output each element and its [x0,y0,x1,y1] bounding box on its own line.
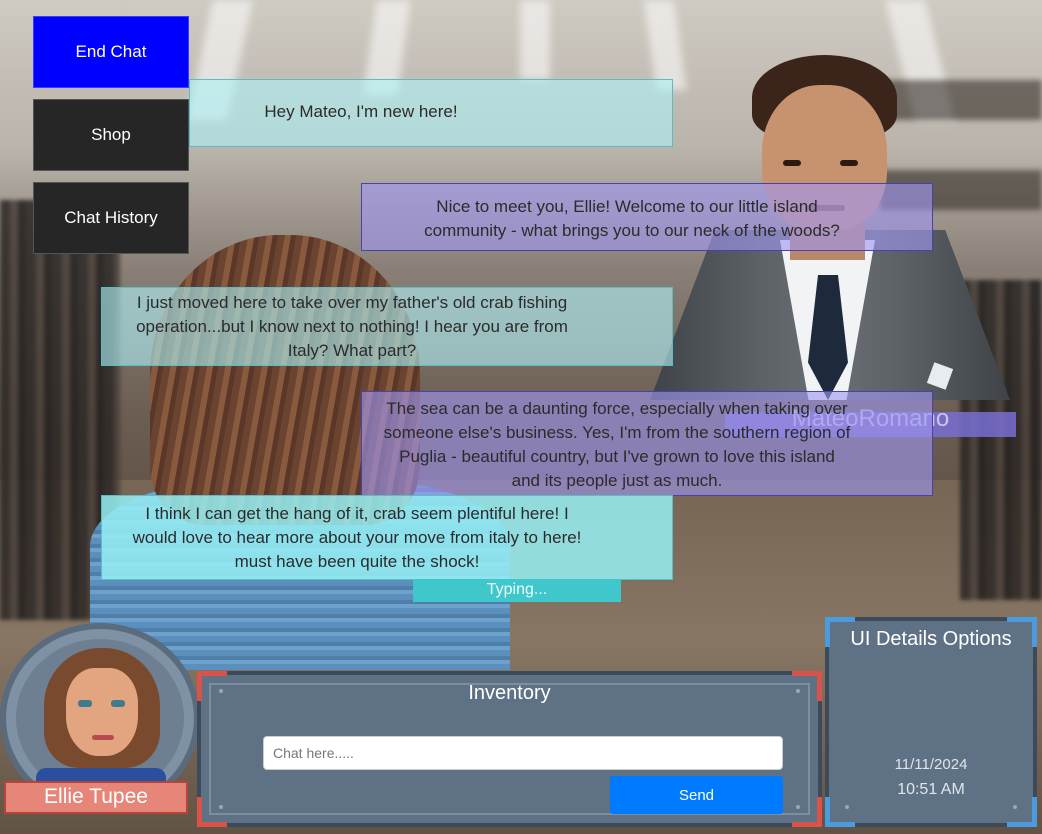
typing-indicator: Typing... [413,579,621,602]
chat-message-text: must have been quite the shock! [234,552,480,571]
npc-eye [840,160,858,166]
chat-message-npc: Nice to meet you, Ellie! Welcome to our … [361,183,933,251]
game-date: 11/11/2024 [894,756,968,773]
chat-message-text: Hey Mateo, I'm new here! [264,102,458,121]
game-time: 10:51 AM [897,781,965,798]
chat-message-npc: The sea can be a daunting force, especia… [361,391,933,496]
player-portrait-lips [92,735,114,740]
panel-rivet [219,805,223,809]
chat-message-text: operation...but I know next to nothing! … [136,317,568,336]
inventory-panel: Inventory Send [197,671,822,827]
player-portrait-eye [78,700,92,707]
chat-message-text: and its people just as much. [511,471,723,490]
chat-history-button[interactable]: Chat History [33,182,189,254]
chat-message-user: I just moved here to take over my father… [101,287,673,366]
chat-message-text: Puglia - beautiful country, but I've gro… [399,447,835,466]
player-name-banner: Ellie Tupee [4,781,188,814]
panel-rivet [796,805,800,809]
npc-eye [783,160,801,166]
panel-rivet [1013,805,1017,809]
end-chat-button[interactable]: End Chat [33,16,189,88]
panel-corner-ornament [792,797,822,827]
chat-message-text: Italy? What part? [287,341,417,360]
chat-message-user: I think I can get the hang of it, crab s… [101,495,673,580]
player-portrait-face [66,668,138,756]
panel-corner-ornament [825,797,855,827]
chat-message-user: Hey Mateo, I'm new here! [189,79,673,147]
chat-message-text: I just moved here to take over my father… [136,293,568,312]
chat-message-text: would love to hear more about your move … [132,528,582,547]
ceiling-light [643,0,687,90]
panel-rivet [845,805,849,809]
chat-message-text: someone else's business. Yes, I'm from t… [383,423,851,442]
panel-corner-ornament [197,797,227,827]
chat-message-text: I think I can get the hang of it, crab s… [145,504,569,523]
chat-message-text: Nice to meet you, Ellie! Welcome to our … [436,197,818,216]
player-portrait-eye [111,700,125,707]
chat-message-text: community - what brings you to our neck … [424,221,840,240]
chat-input[interactable] [263,736,783,770]
panel-corner-ornament [1007,797,1037,827]
inventory-title: Inventory [468,682,551,704]
ui-details-options-button[interactable]: UI Details Options [829,628,1033,651]
ceiling-light [520,0,550,80]
shelf [880,80,1042,120]
chat-message-text: The sea can be a daunting force, especia… [386,399,848,418]
ui-details-panel: UI Details Options 11/11/2024 10:51 AM [825,617,1037,827]
send-button[interactable]: Send [610,776,783,814]
